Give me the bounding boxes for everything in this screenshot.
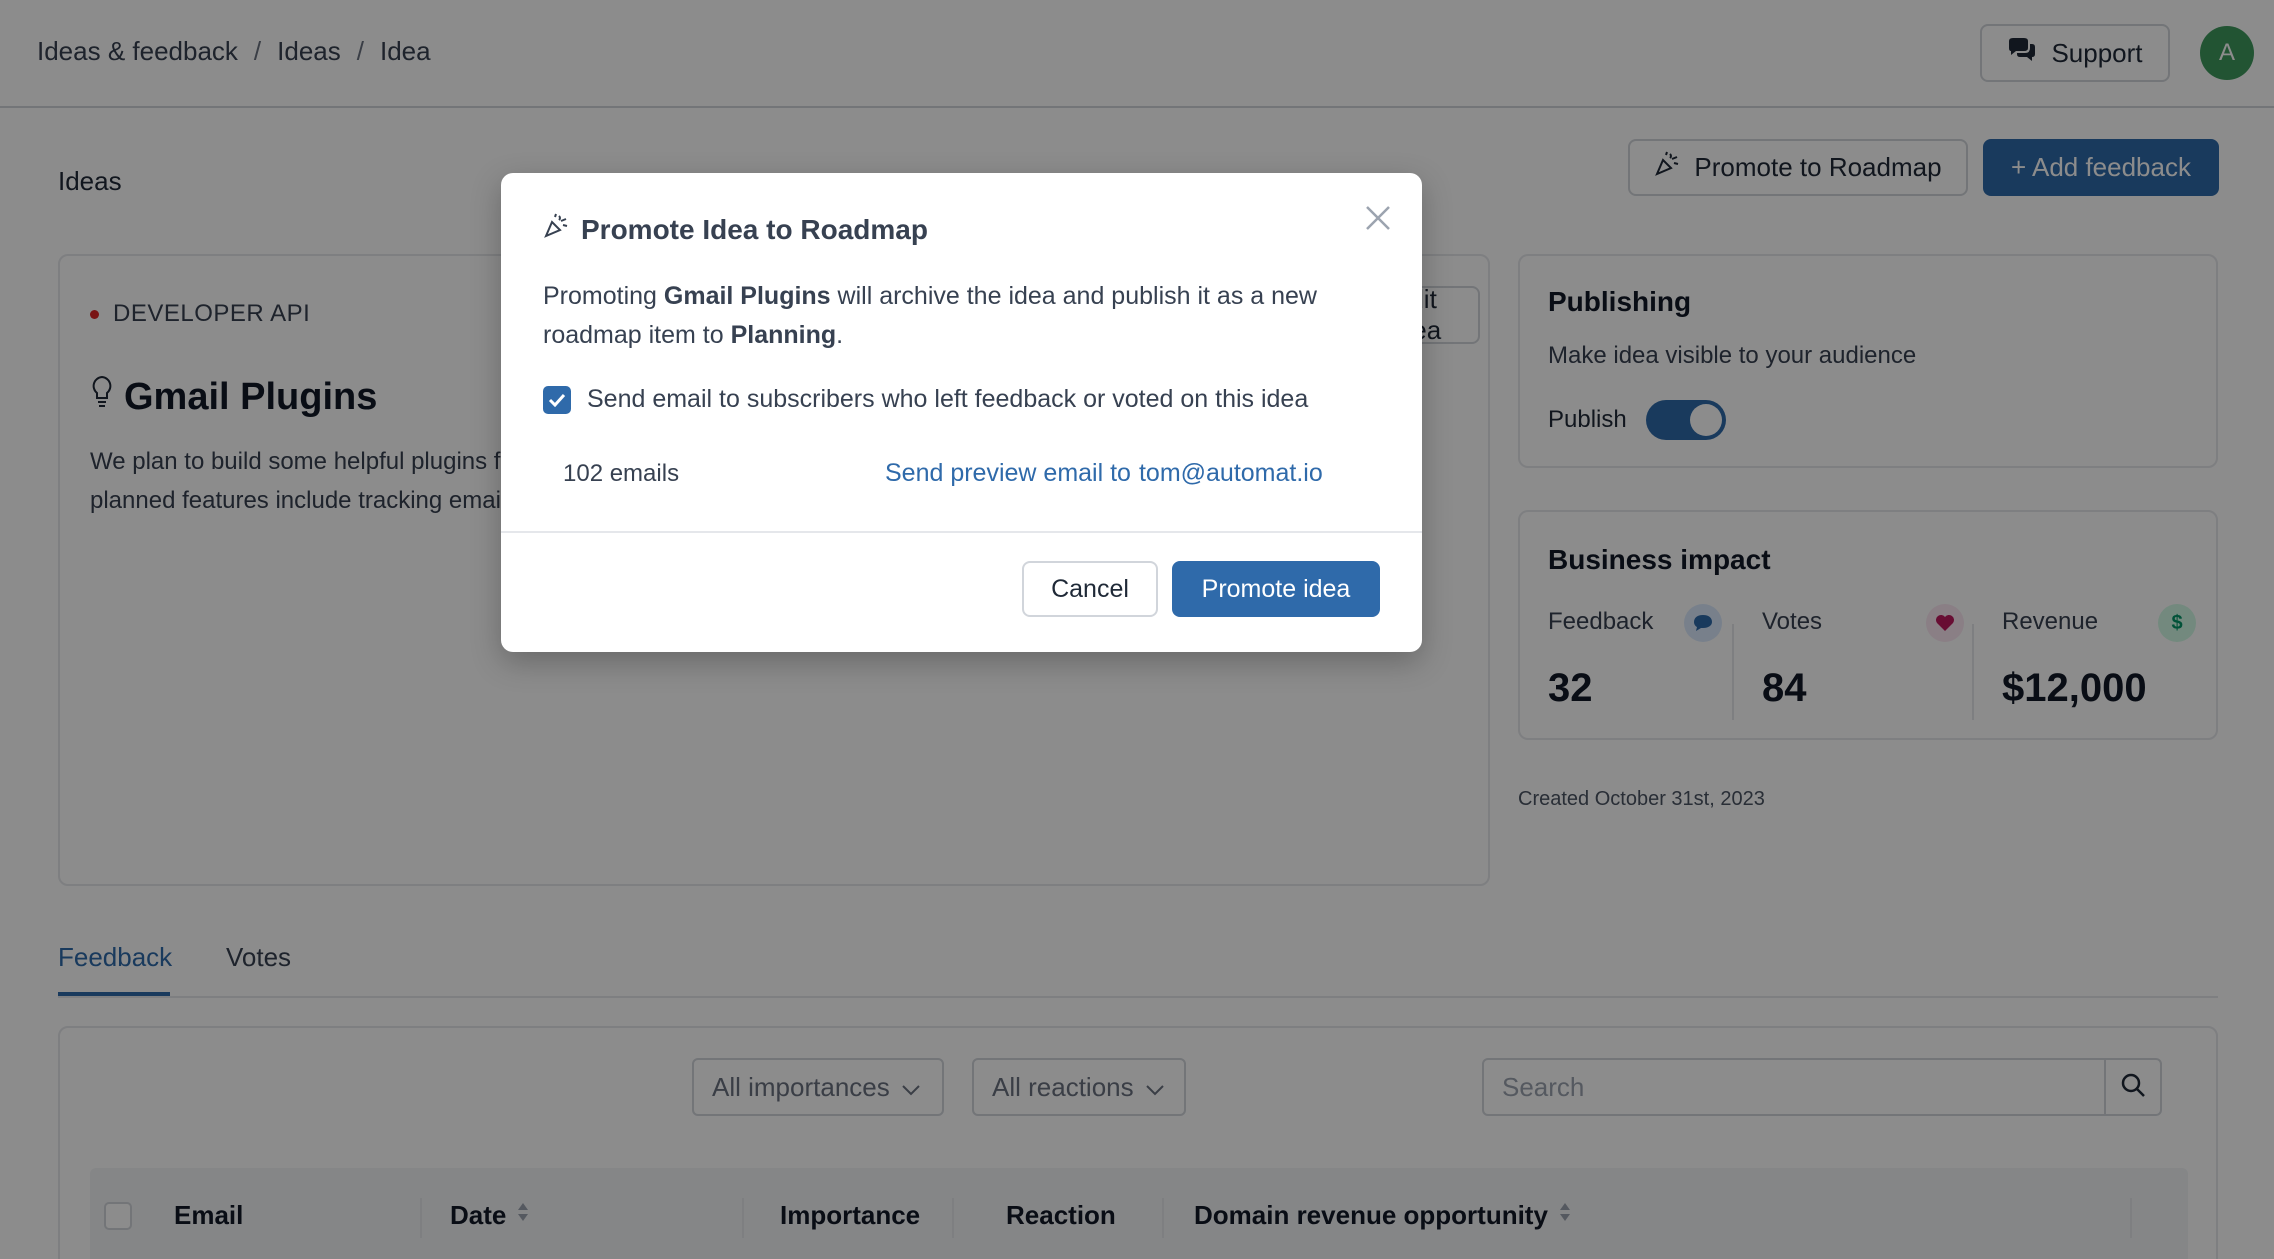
close-icon: [1365, 205, 1391, 236]
modal-divider: [501, 531, 1422, 533]
modal-title: Promote Idea to Roadmap: [543, 213, 928, 246]
send-email-option[interactable]: Send email to subscribers who left feedb…: [543, 385, 1308, 414]
modal-text-suffix: .: [836, 321, 844, 349]
modal-target-status: Planning: [730, 321, 837, 349]
preview-label: Send preview email to: [885, 459, 1131, 487]
send-email-label: Send email to subscribers who left feedb…: [587, 385, 1309, 413]
party-popper-icon: [543, 213, 569, 246]
modal-text-prefix: Promoting: [543, 282, 664, 310]
promote-idea-button[interactable]: Promote idea: [1172, 561, 1380, 617]
cancel-button[interactable]: Cancel: [1022, 561, 1158, 617]
promote-idea-modal: Promote Idea to Roadmap Promoting Gmail …: [501, 173, 1422, 652]
checkmark-icon: [548, 385, 566, 414]
preview-email: tom@automat.io: [1138, 459, 1323, 487]
modal-idea-name: Gmail Plugins: [663, 282, 831, 310]
modal-description: Promoting Gmail Plugins will archive the…: [543, 277, 1383, 355]
send-preview-email-link[interactable]: Send preview email to tom@automat.io: [885, 459, 1323, 488]
close-button[interactable]: [1361, 203, 1395, 237]
email-count: 102 emails: [563, 460, 680, 487]
send-email-checkbox[interactable]: [543, 385, 571, 414]
modal-title-text: Promote Idea to Roadmap: [581, 213, 928, 245]
